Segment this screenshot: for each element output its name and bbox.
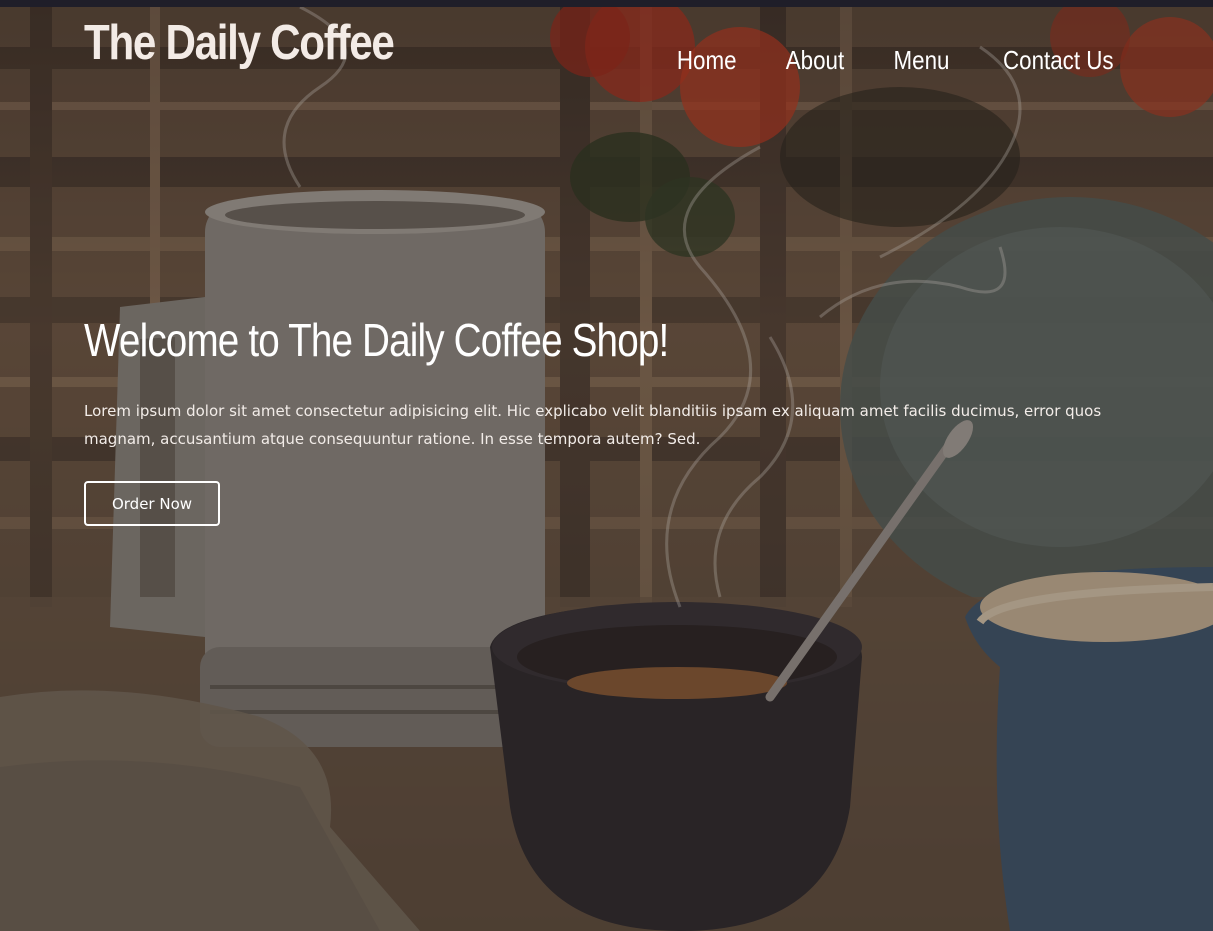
nav-about[interactable]: About [786,45,844,76]
hero-title: Welcome to The Daily Coffee Shop! [84,314,669,366]
brand-logo[interactable]: The Daily Coffee [84,15,395,71]
order-now-button[interactable]: Order Now [84,481,220,526]
nav-contact-us[interactable]: Contact Us [1003,45,1114,76]
hero-section: The Daily Coffee Home About Menu Contact… [0,7,1213,931]
hero-description: Lorem ipsum dolor sit amet consectetur a… [84,402,1102,448]
main-navigation: Home About Menu Contact Us [672,45,1123,76]
top-bar [0,0,1213,7]
nav-home[interactable]: Home [677,45,737,76]
nav-menu[interactable]: Menu [894,45,950,76]
